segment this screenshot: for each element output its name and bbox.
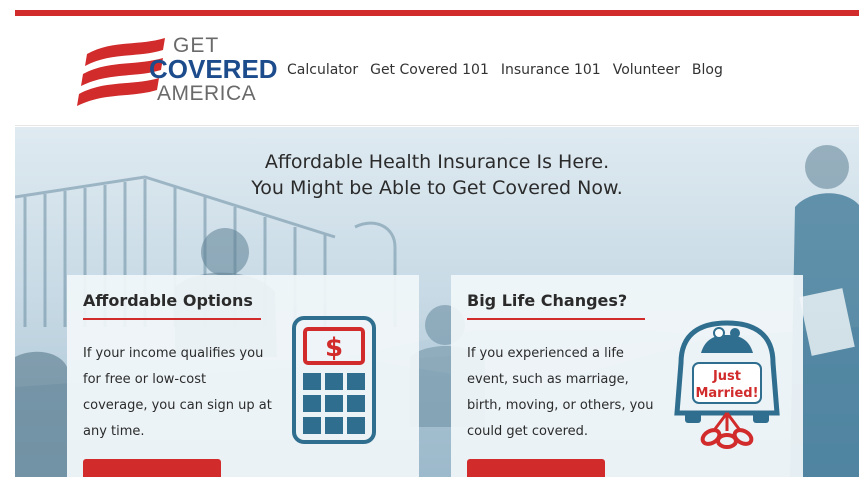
logo-text-covered: COVERED: [149, 54, 278, 84]
hero-headline-line1: Affordable Health Insurance Is Here.: [264, 151, 610, 173]
nav-volunteer[interactable]: Volunteer: [613, 62, 680, 78]
card-body-big-life-changes: If you experienced a life event, such as…: [467, 346, 654, 439]
just-married-car-icon: Just Married!: [674, 320, 780, 449]
big-life-changes-card: Big Life Changes? If you experienced a l…: [451, 275, 803, 477]
card-title-underline: [467, 318, 645, 320]
card-title-underline: [83, 318, 261, 320]
just-married-text-line1: Just: [712, 369, 741, 384]
nav-calculator[interactable]: Calculator: [287, 62, 358, 78]
site-header: GET COVERED AMERICA Calculator Get Cover…: [15, 16, 859, 126]
big-life-changes-button[interactable]: [467, 459, 605, 477]
affordable-options-card: Affordable Options If your income qualif…: [67, 275, 419, 477]
get-covered-america-logo[interactable]: GET COVERED AMERICA: [77, 30, 287, 114]
hero-headline-line2: You Might be Able to Get Covered Now.: [251, 177, 623, 199]
logo-text-america: AMERICA: [157, 82, 257, 105]
card-title-affordable-options: Affordable Options: [83, 291, 253, 310]
just-married-text-line2: Married!: [695, 386, 758, 401]
hero-headline: Affordable Health Insurance Is Here. You…: [15, 149, 859, 201]
hero-section: Affordable Health Insurance Is Here. You…: [15, 127, 859, 477]
nav-blog[interactable]: Blog: [692, 62, 723, 78]
nav-insurance-101[interactable]: Insurance 101: [501, 62, 601, 78]
card-body-affordable-options: If your income qualifies you for free or…: [83, 346, 272, 439]
nav-get-covered-101[interactable]: Get Covered 101: [370, 62, 489, 78]
main-nav: Calculator Get Covered 101 Insurance 101…: [287, 62, 723, 78]
calculator-dollar-sign: $: [325, 333, 343, 363]
calculator-icon: $: [292, 316, 376, 444]
card-title-big-life-changes: Big Life Changes?: [467, 291, 628, 310]
affordable-options-button[interactable]: [83, 459, 221, 477]
